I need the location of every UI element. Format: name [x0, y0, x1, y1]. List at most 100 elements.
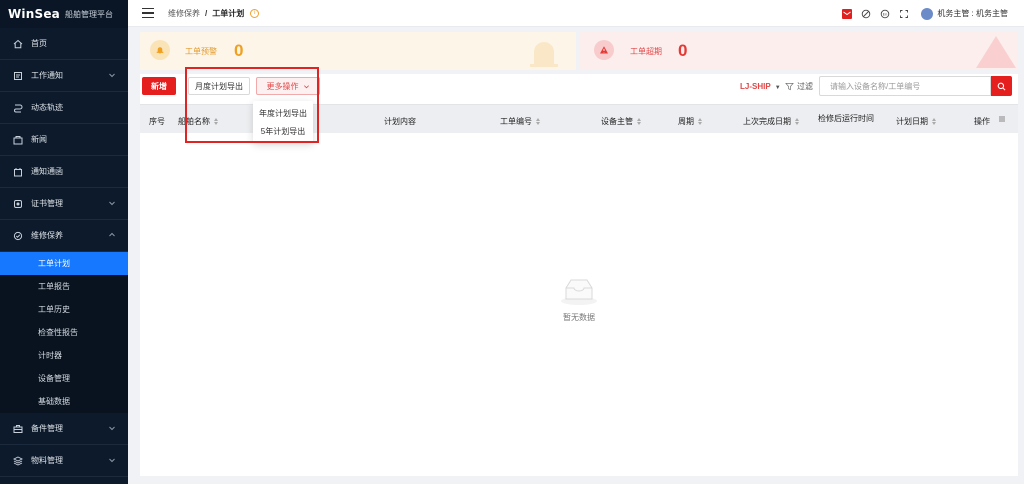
avatar[interactable]	[921, 7, 934, 20]
ship-selector[interactable]: LJ-SHIP ▼	[740, 82, 781, 91]
column-settings-icon[interactable]	[998, 115, 1006, 123]
sidebar-item-work-notice[interactable]: 工作通知	[0, 60, 128, 92]
warning-label: 工单预警	[185, 47, 217, 56]
overdue-label: 工单超期	[630, 47, 662, 56]
sort-icon[interactable]	[932, 118, 936, 125]
sidebar-item-label: 首页	[31, 39, 47, 48]
column-header-ship-name[interactable]: 船舶名称	[178, 116, 218, 127]
sidebar-item-circulars[interactable]: 通知通函	[0, 156, 128, 188]
empty-inbox-icon	[561, 279, 597, 305]
overdue-count: 0	[678, 41, 688, 60]
sidebar-item-label: 物料管理	[31, 456, 63, 465]
sort-icon[interactable]	[698, 118, 702, 125]
language-icon[interactable]: En	[880, 9, 890, 19]
svg-text:En: En	[883, 11, 888, 16]
chevron-down-icon	[109, 201, 115, 206]
breadcrumb: 维修保养 / 工单计划 i	[168, 8, 260, 19]
ship-selector-value: LJ-SHIP	[740, 82, 771, 91]
sidebar-item-news[interactable]: 新闻	[0, 124, 128, 156]
sidebar-menu-bottom: 备件管理 物料管理	[0, 413, 128, 477]
spare-parts-icon	[12, 423, 24, 435]
column-header-last-completed[interactable]: 上次完成日期	[743, 116, 799, 127]
annual-plan-export-option[interactable]: 年度计划导出	[253, 104, 313, 122]
sidebar-subitem-work-history[interactable]: 工单历史	[0, 298, 128, 321]
bell-icon	[150, 40, 170, 60]
maintenance-icon	[12, 230, 24, 242]
circular-icon	[12, 166, 24, 178]
sidebar-item-spare-parts[interactable]: 备件管理	[0, 413, 128, 445]
sidebar-item-materials[interactable]: 物料管理	[0, 445, 128, 477]
sidebar-subitem-base-data[interactable]: 基础数据	[0, 390, 128, 413]
column-header-label: 序号	[149, 117, 165, 126]
sidebar-item-maintenance[interactable]: 维修保养	[0, 220, 128, 252]
sidebar-subitem-inspection-report[interactable]: 检查性报告	[0, 321, 128, 344]
chevron-down-icon	[109, 458, 115, 463]
maintenance-submenu: 工单计划 工单报告 工单历史 检查性报告 计时器 设备管理 基础数据	[0, 252, 128, 413]
user-name[interactable]: 机务主管 : 机务主管	[937, 8, 1008, 19]
column-header-cycle[interactable]: 周期	[678, 116, 702, 127]
column-header-label: 设备主管	[601, 117, 633, 126]
column-header-work-order-no[interactable]: 工单编号	[500, 116, 540, 127]
search-input[interactable]: 请输入设备名称/工单编号	[819, 76, 991, 96]
more-actions-label: 更多操作	[266, 81, 299, 91]
sidebar-item-label: 通知通函	[31, 167, 63, 176]
chevron-down-icon	[109, 73, 115, 78]
column-header-label: 操作	[974, 117, 990, 126]
menu-toggle-icon[interactable]	[142, 8, 154, 18]
sidebar-item-label: 备件管理	[31, 424, 63, 433]
column-header-label: 计划日期	[896, 117, 928, 126]
column-header-label: 计划内容	[384, 117, 416, 126]
search-button[interactable]	[991, 76, 1012, 96]
more-actions-button[interactable]: 更多操作	[256, 77, 320, 95]
brand-subtitle: 船舶管理平台	[64, 9, 113, 19]
empty-text: 暂无数据	[563, 313, 595, 322]
column-header-actions: 操作	[974, 116, 990, 127]
top-header: 维修保养 / 工单计划 i En 机务主管 : 机务主管	[128, 0, 1024, 27]
column-header-index: 序号	[149, 116, 165, 127]
sidebar-subitem-timer[interactable]: 计时器	[0, 344, 128, 367]
sidebar-item-track[interactable]: 动态轨迹	[0, 92, 128, 124]
chevron-down-icon	[303, 84, 309, 88]
column-header-equipment-manager[interactable]: 设备主管	[601, 116, 641, 127]
column-header-label: 工单编号	[500, 117, 532, 126]
add-button[interactable]: 新增	[142, 77, 176, 95]
sidebar-subitem-equipment[interactable]: 设备管理	[0, 367, 128, 390]
sort-icon[interactable]	[795, 118, 799, 125]
caret-down-icon: ▼	[774, 85, 781, 91]
sidebar-menu: 首页 工作通知 动态轨迹 新闻 通知通函 证书管理 维修保养	[0, 28, 128, 252]
sort-icon[interactable]	[214, 118, 218, 125]
sort-icon[interactable]	[637, 118, 641, 125]
sidebar-item-label: 动态轨迹	[31, 103, 63, 112]
header-actions: En 机务主管 : 机务主管	[833, 0, 1008, 27]
sidebar-subitem-work-report[interactable]: 工单报告	[0, 275, 128, 298]
sort-icon[interactable]	[536, 118, 540, 125]
work-order-overdue-card[interactable]: 工单超期 0	[580, 32, 1018, 70]
sidebar: WinSea 船舶管理平台 首页 工作通知 动态轨迹 新闻 通知通函 证书管理	[0, 0, 128, 484]
breadcrumb-parent[interactable]: 维修保养	[168, 8, 200, 19]
notice-icon	[12, 70, 24, 82]
breadcrumb-separator: /	[205, 8, 208, 18]
info-icon[interactable]: i	[250, 8, 260, 18]
sidebar-item-home[interactable]: 首页	[0, 28, 128, 60]
search-icon	[997, 82, 1006, 90]
column-header-label: 周期	[678, 117, 694, 126]
sidebar-subitem-work-plan[interactable]: 工单计划	[0, 252, 128, 275]
brand-logo: WinSea	[8, 7, 60, 21]
fullscreen-icon[interactable]	[899, 9, 909, 19]
monthly-plan-export-button[interactable]: 月度计划导出	[188, 77, 250, 95]
sidebar-item-label: 新闻	[31, 135, 47, 144]
warning-triangle-icon	[594, 40, 614, 60]
material-icon	[12, 455, 24, 467]
column-header-plan-content: 计划内容	[384, 116, 416, 127]
column-header-plan-date[interactable]: 计划日期	[896, 116, 936, 127]
filter-label: 过滤	[797, 82, 813, 91]
sidebar-item-label: 维修保养	[31, 231, 63, 240]
sidebar-item-certificates[interactable]: 证书管理	[0, 188, 128, 220]
five-year-plan-export-option[interactable]: 5年计划导出	[253, 122, 313, 140]
more-actions-dropdown: 年度计划导出 5年计划导出	[253, 101, 313, 143]
mail-icon[interactable]	[842, 8, 853, 19]
brand: WinSea 船舶管理平台	[0, 0, 128, 28]
filter-button[interactable]: 过滤	[785, 81, 813, 92]
compass-icon[interactable]	[861, 9, 871, 19]
work-order-warning-card[interactable]: 工单预警 0	[140, 32, 576, 70]
